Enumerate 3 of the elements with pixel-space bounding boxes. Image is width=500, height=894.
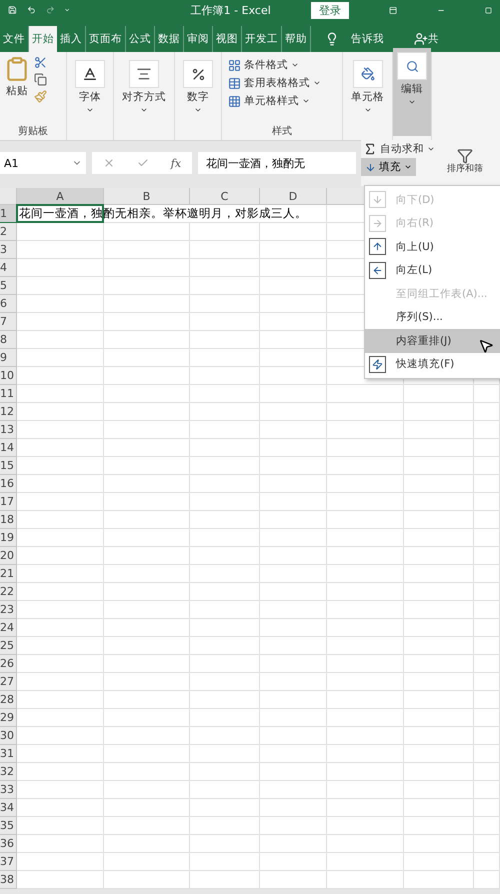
group-label: 剪贴板	[17, 124, 49, 138]
group-label: 样式	[271, 124, 293, 138]
window-title: 工作簿1 - Excel	[190, 2, 271, 18]
